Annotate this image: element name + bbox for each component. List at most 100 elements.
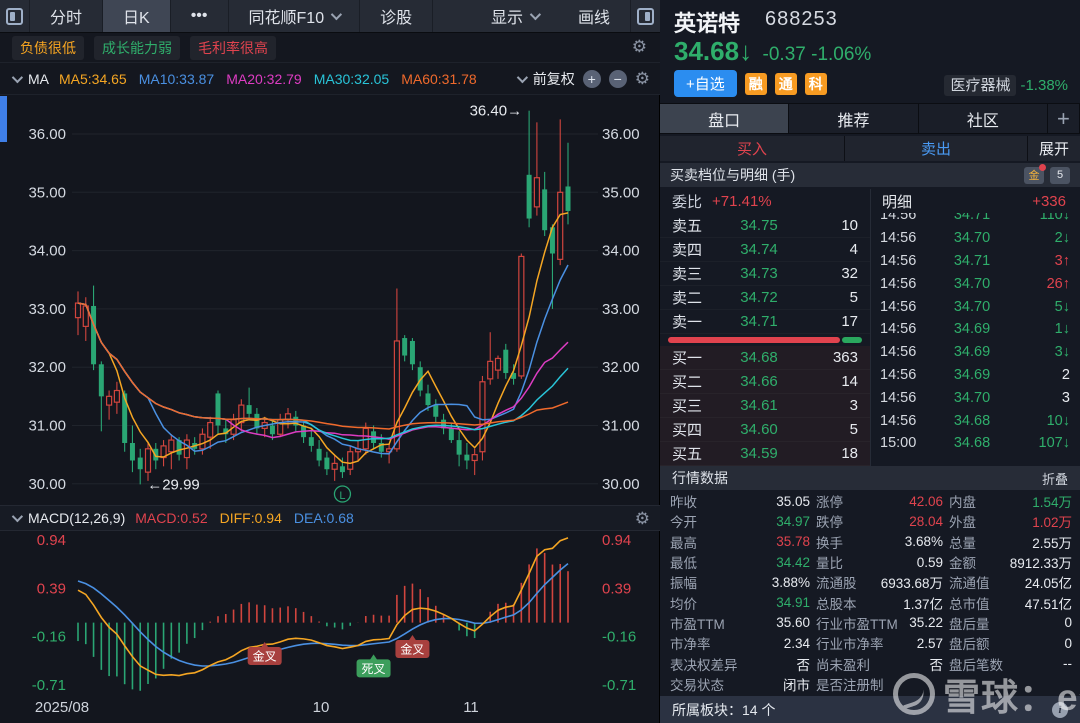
star-market-badge[interactable]: 科 — [804, 72, 827, 95]
price-tick-right: 30.00 — [602, 476, 640, 493]
price-tick-left: 36.00 — [28, 126, 66, 143]
low-price-annotation: ←29.99 — [147, 476, 200, 493]
candle-body-down — [324, 457, 330, 470]
market-value: 否 — [796, 657, 811, 673]
expand-button[interactable]: 展开 — [1028, 136, 1080, 161]
market-cell-均价: 均价 34.91 — [660, 593, 810, 613]
market-label: 流通值 — [949, 576, 990, 592]
market-value: 1.37亿 — [903, 596, 943, 612]
candle-body-up — [106, 395, 113, 406]
market-label: 均价 — [670, 596, 697, 612]
collapse-button[interactable]: 折叠 — [1042, 469, 1068, 488]
price-tick-right: 33.00 — [602, 301, 640, 318]
quote-actions: +自选 融 通 科 — [674, 70, 827, 97]
market-value: 8912.33万 — [1009, 556, 1072, 572]
margin-badge[interactable]: 融 — [744, 72, 767, 95]
detail-price: 34.68 — [953, 435, 991, 452]
macd-collapse-chevron-icon[interactable] — [11, 510, 24, 523]
orderbook-row-卖三: 卖三 34.73 32 — [660, 262, 870, 286]
panel-tab-社区[interactable]: 社区 — [918, 104, 1048, 133]
candlestick-macd-chart[interactable]: 36.00 36.00 35.00 35.00 34.00 34.00 33.00 33.00… — [0, 0, 660, 723]
candle-body-up — [494, 357, 502, 371]
level-volume: 4 — [849, 241, 858, 258]
market-cell-流通值: 流通值 24.05亿 — [943, 572, 1080, 592]
detail-time: 14:56 — [880, 298, 917, 315]
sector-bar[interactable]: 所属板块：14 个 i — [660, 696, 1080, 723]
market-data-section-header: 行情数据 折叠 — [660, 466, 1080, 490]
buy-button[interactable]: 买入 — [660, 136, 845, 161]
market-data-row: 市盈TTM 35.60 行业市盈TTM 35.22 盘后量 0 — [660, 613, 1080, 633]
weibi-diff: +336 — [1032, 192, 1066, 210]
panel-tab-盘口[interactable]: 盘口 — [660, 104, 790, 133]
industry-tag[interactable]: 医疗器械 -1.38% — [944, 74, 1068, 96]
market-data-row: 今开 34.97 跌停 28.04 外盘 1.02万 — [660, 511, 1080, 531]
add-tab-button[interactable]: + — [1047, 104, 1080, 133]
candle-body-down — [503, 349, 509, 374]
candle-body-down — [137, 457, 143, 470]
orderbook-row-卖一: 卖一 34.71 17 — [660, 310, 870, 334]
price-change: -0.37 -1.06% — [762, 44, 872, 65]
level-label: 买五 — [672, 446, 703, 463]
market-label: 交易状态 — [670, 677, 724, 693]
ask-levels: 卖五 34.75 10 卖四 34.74 4 卖三 34.73 32 卖二 34.72 5 卖一 34.7… — [660, 214, 870, 334]
detail-volume: 26↑ — [1046, 275, 1070, 292]
candle-body-down — [464, 454, 470, 461]
detail-volume: 2↓ — [1054, 230, 1070, 247]
sell-button[interactable]: 卖出 — [845, 136, 1028, 161]
market-label: 是否注册制 — [816, 677, 884, 693]
market-data-title: 行情数据 — [672, 470, 728, 486]
market-label: 盘后笔数 — [949, 657, 1003, 673]
level-price: 34.74 — [740, 241, 778, 258]
price-row: 34.68↓ -0.37 -1.06% — [674, 36, 871, 67]
macd-tick-left: 0.39 — [37, 580, 66, 597]
candle-body-up — [113, 389, 120, 403]
detail-time: 14:56 — [880, 321, 917, 338]
market-label: 市盈TTM — [670, 616, 725, 632]
market-label: 跌停 — [816, 515, 843, 531]
orderbook-row-卖五: 卖五 34.75 10 — [660, 214, 870, 238]
market-value: 3.88% — [771, 574, 810, 590]
connect-badge[interactable]: 通 — [774, 72, 797, 95]
detail-time: 14:56 — [880, 366, 917, 383]
panel-tab-推荐[interactable]: 推荐 — [789, 104, 919, 133]
info-icon[interactable]: i — [1052, 701, 1068, 718]
market-cell-表决权差异: 表决权差异 否 — [660, 654, 810, 674]
market-cell-盘后额: 盘后额 0 — [943, 633, 1080, 653]
sell-ratio-segment — [842, 337, 862, 343]
ma-line-30 — [77, 302, 569, 442]
candle-body-down — [425, 393, 431, 406]
candle-body-down — [129, 442, 135, 461]
cross-badge-label: 金叉 — [253, 649, 277, 664]
market-label: 今开 — [670, 515, 697, 531]
weibi-value: +71.41% — [712, 192, 772, 210]
market-label: 盘后量 — [949, 616, 990, 632]
price-tick-right: 34.00 — [602, 243, 640, 260]
level-volume: 18 — [841, 445, 858, 462]
depth-level-badge[interactable]: 5 — [1050, 166, 1070, 184]
diff-line — [77, 537, 569, 677]
market-label: 金额 — [949, 556, 976, 572]
trade-detail-list[interactable]: 14:56 34.71 110↓ 14:56 34.70 2↓ 14:56 34.71 3↑ 14… — [872, 213, 1080, 466]
macd-tick-right: -0.16 — [602, 629, 636, 646]
market-label: 量比 — [816, 556, 843, 572]
trade-detail-row: 14:56 34.71 3↑ — [872, 250, 1080, 273]
dea-line — [77, 562, 569, 667]
add-watchlist-button[interactable]: +自选 — [674, 70, 737, 97]
candle-body-up — [557, 191, 564, 260]
market-value: 2.55万 — [1032, 535, 1072, 551]
macd-tick-left: -0.71 — [32, 677, 66, 694]
level2-gold-icon[interactable]: 金 — [1024, 163, 1046, 184]
detail-price: 34.69 — [953, 321, 991, 338]
x-axis-label: 11 — [463, 699, 479, 716]
high-price-annotation: 36.40→ — [470, 103, 523, 120]
macd-settings-gear-icon[interactable]: ⚙ — [635, 510, 650, 527]
level-label: 卖一 — [672, 314, 703, 331]
market-cell-换手: 换手 3.68% — [810, 532, 943, 552]
x-axis-label: 2025/08 — [35, 699, 89, 716]
candle-body-up — [168, 439, 175, 453]
detail-time: 14:56 — [880, 389, 917, 406]
market-cell-外盘: 外盘 1.02万 — [943, 511, 1080, 531]
macd-tick-left: 0.94 — [37, 532, 66, 549]
market-data-row: 最低 34.42 量比 0.59 金额 8912.33万 — [660, 552, 1080, 572]
market-value: 闭市 — [783, 677, 810, 693]
